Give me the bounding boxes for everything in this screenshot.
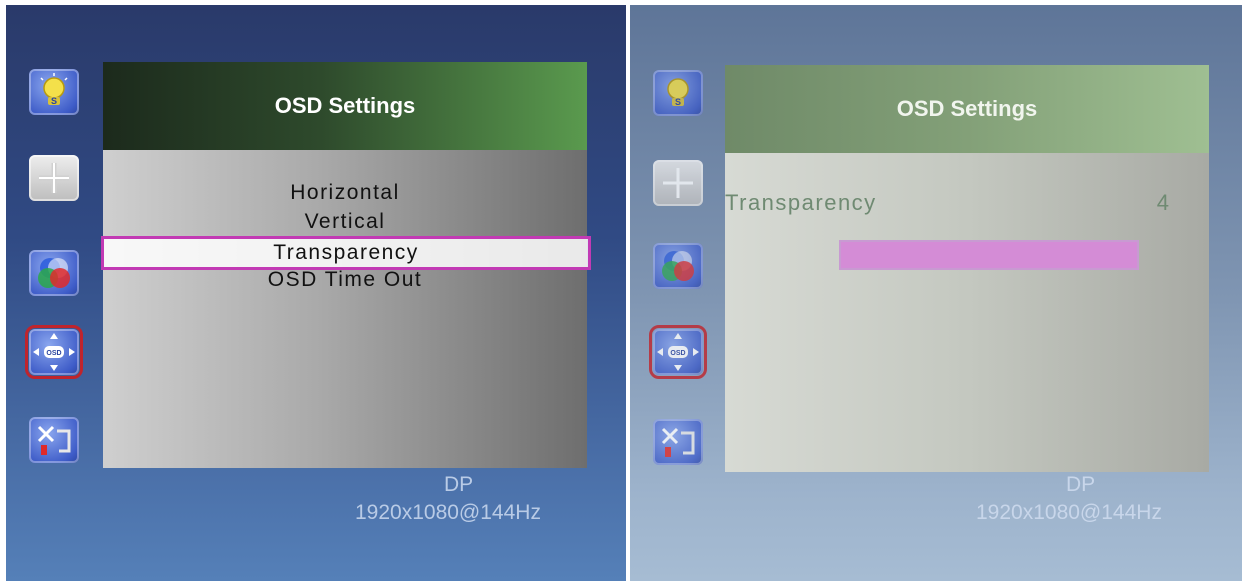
brightness-bulb-icon[interactable]: S bbox=[653, 70, 703, 116]
brightness-bulb-icon[interactable]: S bbox=[29, 69, 79, 115]
transparency-label: Transparency bbox=[725, 190, 877, 215]
menu-item-horizontal[interactable]: Horizontal bbox=[103, 179, 587, 207]
transparency-value: 4 bbox=[1156, 190, 1169, 215]
osd-panel: OSD Settings Horizontal Vertical Transpa… bbox=[101, 62, 591, 468]
color-rgb-icon[interactable] bbox=[653, 243, 703, 289]
resolution-label: 1920x1080@144Hz bbox=[355, 501, 541, 524]
position-arrows-icon[interactable] bbox=[653, 160, 703, 206]
monitor-photo-right: S OSD OSD Settings Transparency 4 DP 192… bbox=[630, 5, 1242, 581]
resolution-label: 1920x1080@144Hz bbox=[976, 501, 1162, 524]
menu-item-transparency[interactable]: Transparency bbox=[101, 236, 591, 270]
svg-text:S: S bbox=[675, 97, 681, 107]
input-source-label: DP bbox=[1066, 473, 1096, 496]
svg-text:OSD: OSD bbox=[670, 350, 685, 357]
osd-panel-header: OSD Settings bbox=[725, 65, 1209, 153]
svg-text:S: S bbox=[51, 96, 57, 106]
monitor-photo-left: S OSD OSD Settings Horizontal Vertical T… bbox=[6, 5, 626, 581]
color-rgb-icon[interactable] bbox=[29, 250, 79, 296]
menu-item-osd-time-out[interactable]: OSD Time Out bbox=[103, 266, 587, 294]
tools-icon[interactable] bbox=[29, 417, 79, 463]
osd-panel: OSD Settings Transparency 4 bbox=[725, 65, 1209, 472]
osd-settings-icon[interactable]: OSD bbox=[649, 325, 707, 379]
osd-title: OSD Settings bbox=[896, 96, 1038, 121]
transparency-slider[interactable] bbox=[839, 240, 1139, 270]
svg-text:OSD: OSD bbox=[46, 350, 61, 357]
position-arrows-icon[interactable] bbox=[29, 155, 79, 201]
osd-title: OSD Settings bbox=[274, 93, 416, 118]
osd-panel-header: OSD Settings bbox=[103, 62, 587, 150]
menu-item-vertical[interactable]: Vertical bbox=[103, 208, 587, 236]
osd-settings-icon[interactable]: OSD bbox=[25, 325, 83, 379]
transparency-slider-fill bbox=[841, 242, 1137, 268]
input-source-label: DP bbox=[444, 473, 474, 496]
tools-icon[interactable] bbox=[653, 419, 703, 465]
